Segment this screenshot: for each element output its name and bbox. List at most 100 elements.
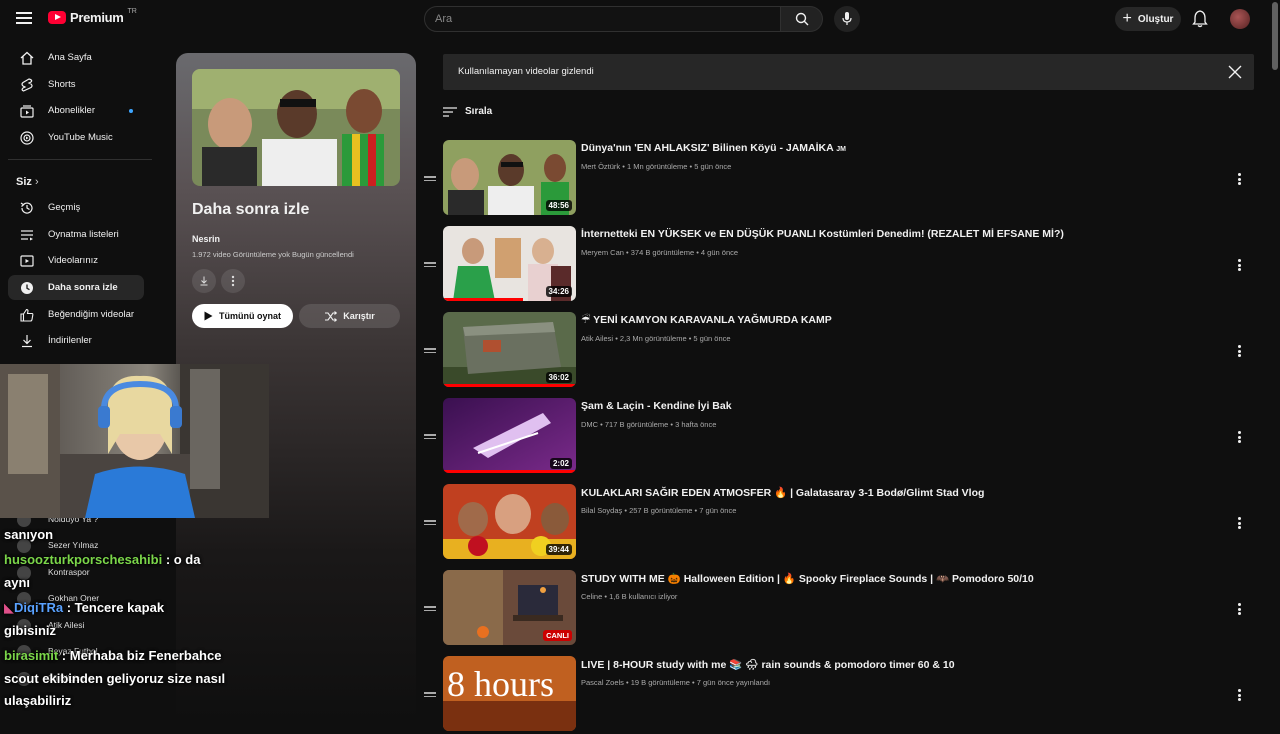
video-channel[interactable]: Bilal Soydaş xyxy=(581,506,622,515)
more-vert-icon[interactable] xyxy=(1238,259,1242,271)
video-meta: Bilal Soydaş • 257 B görüntüleme • 7 gün… xyxy=(581,506,737,515)
sidebar-item-playlists[interactable]: Oynatma listeleri xyxy=(8,222,144,247)
play-all-label: Tümünü oynat xyxy=(219,311,281,321)
more-vert-icon[interactable] xyxy=(1238,517,1242,529)
youtube-play-icon xyxy=(48,11,66,24)
sidebar-item-liked-videos[interactable]: Beğendiğim videolar xyxy=(8,302,144,327)
video-title[interactable]: Şam & Laçin - Kendine İyi Bak xyxy=(581,400,732,412)
playlist-video-row[interactable]: 39:44 KULAKLARI SAĞIR EDEN ATMOSFER 🔥 | … xyxy=(420,484,1260,562)
video-channel[interactable]: Meryem Can xyxy=(581,248,624,257)
video-channel[interactable]: Mert Öztürk xyxy=(581,162,620,171)
drag-handle-icon[interactable] xyxy=(424,262,436,269)
video-channel[interactable]: Pascal Zoels xyxy=(581,678,624,687)
shuffle-button[interactable]: Karıştır xyxy=(299,304,400,328)
more-vert-icon[interactable] xyxy=(1238,603,1242,615)
microphone-icon xyxy=(842,12,852,25)
video-meta: Pascal Zoels • 19 B görüntüleme • 7 gün … xyxy=(581,678,771,687)
page-scrollbar[interactable] xyxy=(1270,0,1280,720)
video-duration: 36:02 xyxy=(545,372,572,383)
chat-username: birasimit xyxy=(4,648,59,663)
chat-message: ulaşabiliriz xyxy=(4,693,72,708)
playlist-video-row[interactable]: 48:56 Dünya'nın 'EN AHLAKSIZ' Bilinen Kö… xyxy=(420,140,1260,218)
chat-line: sanıyon xyxy=(4,522,324,547)
sidebar-item-home[interactable]: Ana Sayfa xyxy=(8,45,144,70)
drag-handle-icon[interactable] xyxy=(424,606,436,613)
chat-badge-icon: ◣ xyxy=(4,600,14,615)
sidebar-item-youtube-music[interactable]: YouTube Music xyxy=(8,125,144,150)
drag-handle-icon[interactable] xyxy=(424,348,436,355)
download-playlist-button[interactable] xyxy=(192,269,216,293)
voice-search-button[interactable] xyxy=(834,6,860,32)
stream-chat-overlay: sanıyon husoozturkporschesahibi : o da a… xyxy=(4,522,324,713)
search-button[interactable] xyxy=(781,6,823,32)
playlist-video-row[interactable]: 8 hours LIVE | 8-HOUR study with me 📚 🌧 … xyxy=(420,656,1260,734)
video-channel[interactable]: DMC xyxy=(581,420,598,429)
video-thumbnail[interactable]: 48:56 xyxy=(443,140,576,215)
playlist-thumbnail-image xyxy=(192,69,400,186)
drag-handle-icon[interactable] xyxy=(424,176,436,183)
shuffle-icon xyxy=(325,310,338,322)
close-icon[interactable] xyxy=(1228,65,1242,79)
watch-later-icon xyxy=(21,281,33,294)
video-thumbnail[interactable]: 34:26 xyxy=(443,226,576,301)
video-thumbnail[interactable]: 36:02 xyxy=(443,312,576,387)
sidebar-section-you[interactable]: Siz › xyxy=(16,176,39,188)
playlist-video-row[interactable]: 2:02 Şam & Laçin - Kendine İyi Bak DMC •… xyxy=(420,398,1260,476)
video-channel[interactable]: Celine xyxy=(581,592,602,601)
video-title[interactable]: İnternetteki EN YÜKSEK ve EN DÜŞÜK PUANL… xyxy=(581,228,1064,240)
download-icon xyxy=(200,276,208,286)
playlist-thumbnail[interactable] xyxy=(192,69,400,186)
youtube-premium-logo[interactable]: Premium TR xyxy=(48,8,137,25)
streamer-webcam-overlay xyxy=(0,364,269,518)
more-vert-icon xyxy=(231,275,235,287)
video-title-text: Dünya'nın 'EN AHLAKSIZ' Bilinen Köyü - J… xyxy=(581,142,834,154)
video-thumbnail[interactable]: CANLI xyxy=(443,570,576,645)
video-title[interactable]: LIVE | 8-HOUR study with me 📚 🌧 rain sou… xyxy=(581,658,955,671)
play-all-button[interactable]: Tümünü oynat xyxy=(192,304,293,328)
more-vert-icon[interactable] xyxy=(1238,689,1242,701)
notifications-bell-icon[interactable] xyxy=(1192,10,1208,28)
video-title[interactable]: STUDY WITH ME 🎃 Halloween Edition | 🔥 Sp… xyxy=(581,572,1034,585)
sidebar-item-label: Shorts xyxy=(48,79,76,90)
logo-text: Premium xyxy=(70,10,124,25)
chat-message: : Tencere kapak xyxy=(63,600,165,615)
sort-button[interactable]: Sırala xyxy=(443,106,492,117)
account-avatar[interactable] xyxy=(1230,9,1250,29)
video-duration: 48:56 xyxy=(545,200,572,211)
sidebar-item-shorts[interactable]: Shorts xyxy=(8,72,144,97)
sidebar-item-watch-later[interactable]: Daha sonra izle xyxy=(8,275,144,300)
video-title[interactable]: ☔ YENİ KAMYON KARAVANLA YAĞMURDA KAMP xyxy=(581,314,832,326)
video-views: 19 B görüntüleme xyxy=(630,678,690,687)
search-input[interactable]: Ara xyxy=(424,6,781,32)
video-title[interactable]: KULAKLARI SAĞIR EDEN ATMOSFER 🔥 | Galata… xyxy=(581,486,984,499)
drag-handle-icon[interactable] xyxy=(424,434,436,441)
more-vert-icon[interactable] xyxy=(1238,345,1242,357)
chat-message: sanıyon xyxy=(4,527,54,542)
more-vert-icon[interactable] xyxy=(1238,431,1242,443)
more-vert-icon[interactable] xyxy=(1238,173,1242,185)
play-icon xyxy=(204,311,213,321)
video-title-suffix: JM xyxy=(836,146,846,153)
playlist-owner[interactable]: Nesrin xyxy=(192,234,220,244)
playlist-video-row[interactable]: CANLI STUDY WITH ME 🎃 Halloween Edition … xyxy=(420,570,1260,648)
playlist-video-row[interactable]: 34:26 İnternetteki EN YÜKSEK ve EN DÜŞÜK… xyxy=(420,226,1260,304)
chat-message: aynı xyxy=(4,575,31,590)
drag-handle-icon[interactable] xyxy=(424,692,436,699)
menu-icon[interactable] xyxy=(16,12,32,24)
drag-handle-icon[interactable] xyxy=(424,520,436,527)
sidebar-item-subscriptions[interactable]: Abonelikler xyxy=(8,98,144,123)
playlist-more-button[interactable] xyxy=(221,269,245,293)
video-meta: Celine • 1,6 B kullanıcı izliyor xyxy=(581,592,678,601)
sidebar-item-your-videos[interactable]: Videolarınız xyxy=(8,248,144,273)
video-channel[interactable]: Atik Ailesi xyxy=(581,334,613,343)
scrollbar-thumb[interactable] xyxy=(1272,2,1278,70)
video-thumbnail[interactable]: 2:02 xyxy=(443,398,576,473)
sidebar-item-history[interactable]: Geçmiş xyxy=(8,195,144,220)
video-thumbnail[interactable]: 39:44 xyxy=(443,484,576,559)
video-title[interactable]: Dünya'nın 'EN AHLAKSIZ' Bilinen Köyü - J… xyxy=(581,142,846,154)
create-button[interactable]: + Oluştur xyxy=(1115,7,1181,31)
video-views: 1,6 B kullanıcı izliyor xyxy=(609,592,678,601)
hidden-videos-banner: Kullanılamayan videolar gizlendi xyxy=(443,54,1254,90)
sidebar-item-downloads[interactable]: İndirilenler xyxy=(8,328,144,353)
playlist-video-row[interactable]: 36:02 ☔ YENİ KAMYON KARAVANLA YAĞMURDA K… xyxy=(420,312,1260,390)
